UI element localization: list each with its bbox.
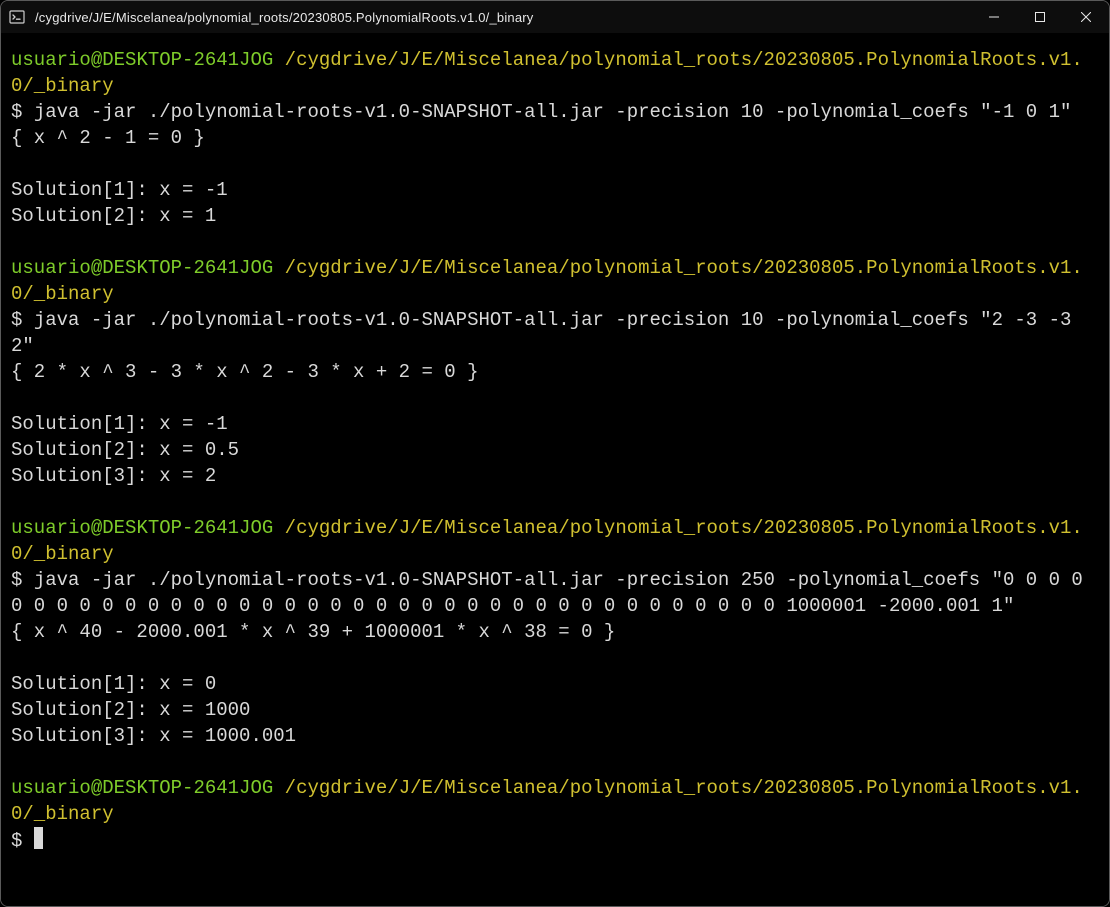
prompt-symbol: $ [11, 569, 34, 591]
prompt-symbol: $ [11, 309, 34, 331]
prompt-user: usuario [11, 49, 91, 71]
prompt-host: DESKTOP-2641JOG [102, 49, 273, 71]
command-text: java -jar ./polynomial-roots-v1.0-SNAPSH… [34, 101, 1072, 123]
prompt-at: @ [91, 257, 102, 279]
terminal-icon [1, 9, 33, 25]
prompt-at: @ [91, 49, 102, 71]
command-output: { 2 * x ^ 3 - 3 * x ^ 2 - 3 * x + 2 = 0 … [11, 361, 478, 487]
prompt-at: @ [91, 517, 102, 539]
close-button[interactable] [1063, 1, 1109, 33]
prompt-symbol: $ [11, 101, 34, 123]
maximize-button[interactable] [1017, 1, 1063, 33]
prompt-user: usuario [11, 257, 91, 279]
prompt-user: usuario [11, 777, 91, 799]
app-window: /cygdrive/J/E/Miscelanea/polynomial_root… [0, 0, 1110, 907]
command-output: { x ^ 40 - 2000.001 * x ^ 39 + 1000001 *… [11, 621, 615, 747]
terminal-viewport: usuario@DESKTOP-2641JOG /cygdrive/J/E/Mi… [1, 33, 1109, 906]
command-text: java -jar ./polynomial-roots-v1.0-SNAPSH… [11, 569, 1094, 617]
text-cursor [34, 827, 43, 849]
prompt-at: @ [91, 777, 102, 799]
prompt-symbol: $ [11, 830, 34, 852]
prompt-host: DESKTOP-2641JOG [102, 257, 273, 279]
terminal[interactable]: usuario@DESKTOP-2641JOG /cygdrive/J/E/Mi… [1, 33, 1109, 906]
command-text: java -jar ./polynomial-roots-v1.0-SNAPSH… [11, 309, 1083, 357]
minimize-button[interactable] [971, 1, 1017, 33]
window-controls [971, 1, 1109, 33]
prompt-host: DESKTOP-2641JOG [102, 517, 273, 539]
window-title: /cygdrive/J/E/Miscelanea/polynomial_root… [33, 10, 971, 25]
prompt-host: DESKTOP-2641JOG [102, 777, 273, 799]
prompt-user: usuario [11, 517, 91, 539]
command-output: { x ^ 2 - 1 = 0 } Solution[1]: x = -1 So… [11, 127, 228, 227]
titlebar[interactable]: /cygdrive/J/E/Miscelanea/polynomial_root… [1, 1, 1109, 33]
